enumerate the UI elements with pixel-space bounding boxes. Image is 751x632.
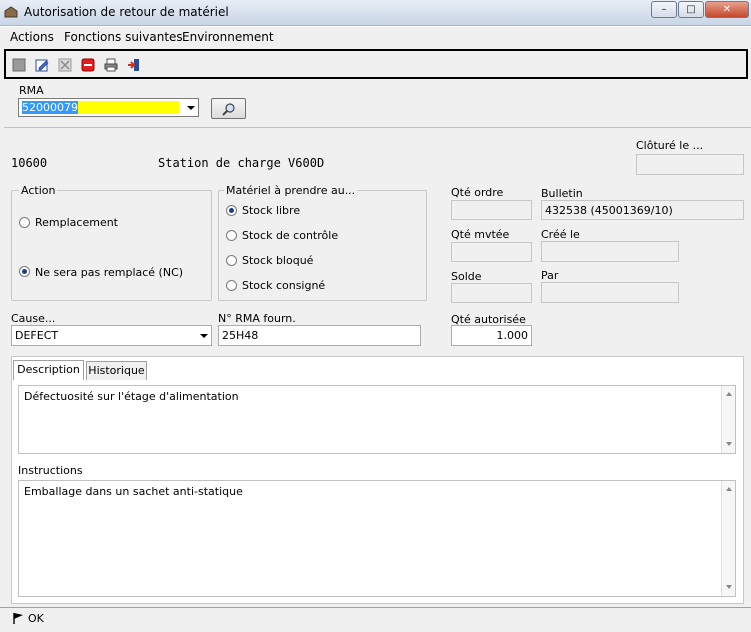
print-icon[interactable] <box>104 58 118 72</box>
scroll-down-icon[interactable] <box>726 442 732 446</box>
menu-fonctions-suivantes[interactable]: Fonctions suivantes <box>64 30 183 44</box>
par-field <box>541 282 679 303</box>
item-description: Station de charge V600D <box>158 156 325 170</box>
close-button[interactable]: ✕ <box>705 1 749 18</box>
exit-icon[interactable] <box>127 58 141 72</box>
chevron-down-icon[interactable] <box>200 334 208 338</box>
menu-environnement[interactable]: Environnement <box>182 30 274 44</box>
description-scrollbar[interactable] <box>721 386 735 453</box>
instructions-textarea[interactable]: Emballage dans un sachet anti-statique <box>18 480 736 597</box>
radio-stock-libre-label[interactable]: Stock libre <box>242 204 300 217</box>
cause-label: Cause... <box>11 312 56 325</box>
magnifier-icon <box>222 103 235 116</box>
cree-le-label: Créé le <box>541 228 580 241</box>
title-bar: Autorisation de retour de matériel – □ ✕ <box>0 0 751 26</box>
radio-stock-libre[interactable] <box>226 205 237 216</box>
instructions-text: Emballage dans un sachet anti-statique <box>24 485 243 498</box>
cloture-field <box>636 154 744 175</box>
rma-combobox[interactable]: 52000079 <box>18 98 199 117</box>
window-title: Autorisation de retour de matériel <box>24 5 229 19</box>
edit-icon[interactable] <box>35 58 49 72</box>
scroll-up-icon[interactable] <box>726 392 732 396</box>
rma-fourn-input[interactable]: 25H48 <box>218 325 421 346</box>
qte-ordre-field <box>451 200 532 220</box>
maximize-button[interactable]: □ <box>678 1 704 18</box>
new-doc-icon[interactable] <box>12 58 26 72</box>
radio-stock-consigne[interactable] <box>226 280 237 291</box>
radio-stock-controle-label[interactable]: Stock de contrôle <box>242 229 338 242</box>
delete-icon[interactable] <box>81 58 95 72</box>
description-textarea[interactable]: Défectuosité sur l'étage d'alimentation <box>18 385 736 454</box>
solde-label: Solde <box>451 270 482 283</box>
bulletin-label: Bulletin <box>541 187 583 200</box>
cause-value: DEFECT <box>15 329 59 342</box>
description-text: Défectuosité sur l'étage d'alimentation <box>24 390 239 403</box>
radio-remplacement[interactable] <box>19 217 30 228</box>
radio-ne-sera-pas-remplace-label[interactable]: Ne sera pas remplacé (NC) <box>35 266 183 279</box>
rma-value[interactable]: 52000079 <box>22 101 179 114</box>
solde-field <box>451 283 532 303</box>
action-group-title: Action <box>19 184 58 197</box>
rma-fourn-label: N° RMA fourn. <box>218 312 296 325</box>
qte-autorisee-input[interactable]: 1.000 <box>451 325 532 346</box>
radio-ne-sera-pas-remplace[interactable] <box>19 266 30 277</box>
flag-icon <box>13 613 23 624</box>
radio-stock-controle[interactable] <box>226 230 237 241</box>
tab-historique[interactable]: Historique <box>86 361 147 380</box>
toolbar <box>4 49 748 79</box>
status-text: OK <box>28 612 44 625</box>
tab-description[interactable]: Description <box>13 360 84 380</box>
qte-mvtee-field <box>451 242 532 262</box>
cloture-label: Clôturé le ... <box>636 139 704 152</box>
qte-ordre-label: Qté ordre <box>451 186 504 199</box>
radio-stock-bloque[interactable] <box>226 255 237 266</box>
instructions-label: Instructions <box>18 464 83 477</box>
par-label: Par <box>541 269 559 282</box>
search-button[interactable] <box>211 98 246 119</box>
radio-stock-consigne-label[interactable]: Stock consigné <box>242 279 325 292</box>
cree-le-field <box>541 241 679 262</box>
scroll-up-icon[interactable] <box>726 487 732 491</box>
menu-bar: Actions Fonctions suivantes Environnemen… <box>0 26 751 46</box>
status-bar: OK <box>0 607 751 632</box>
radio-stock-bloque-label[interactable]: Stock bloqué <box>242 254 313 267</box>
scroll-down-icon[interactable] <box>726 585 732 589</box>
cancel-icon[interactable] <box>58 58 72 72</box>
item-code: 10600 <box>11 156 48 170</box>
qte-mvtee-label: Qté mvtée <box>451 228 510 241</box>
menu-actions[interactable]: Actions <box>10 30 54 44</box>
instructions-scrollbar[interactable] <box>721 481 735 596</box>
chevron-down-icon[interactable] <box>187 106 195 110</box>
materiel-group-title: Matériel à prendre au... <box>224 184 358 197</box>
cause-combobox[interactable]: DEFECT <box>11 325 212 346</box>
rma-label: RMA <box>19 84 44 97</box>
radio-remplacement-label[interactable]: Remplacement <box>35 216 118 229</box>
app-icon <box>4 6 18 18</box>
minimize-button[interactable]: – <box>651 1 677 18</box>
bulletin-field: 432538 (45001369/10) <box>541 200 744 220</box>
action-group <box>11 190 212 301</box>
